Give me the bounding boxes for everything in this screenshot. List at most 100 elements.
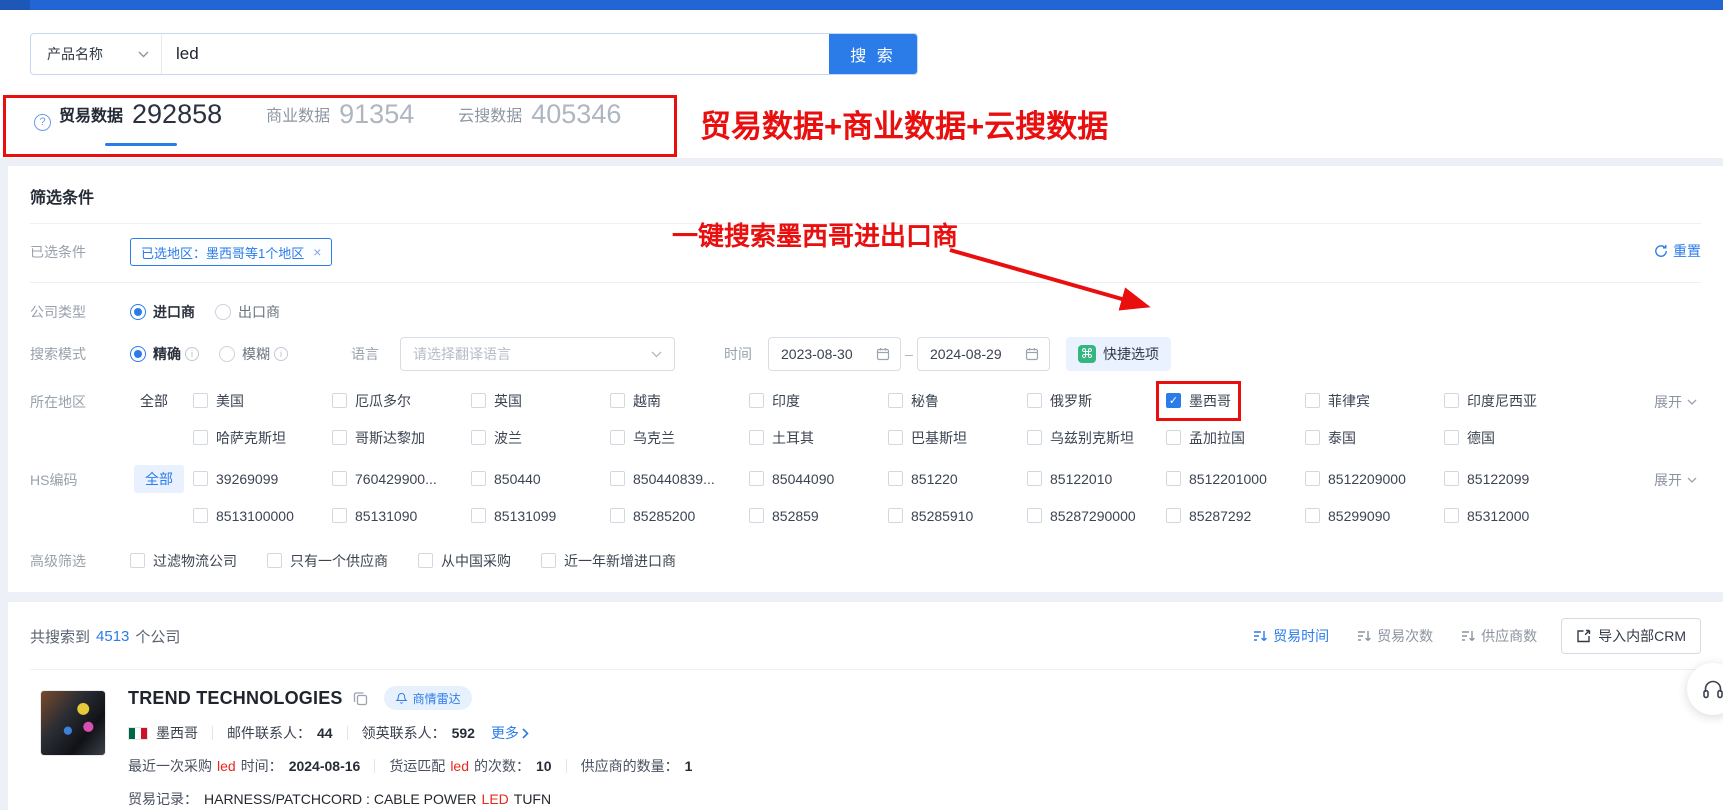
- region-checkbox[interactable]: 墨西哥: [1166, 391, 1305, 411]
- region-checkbox[interactable]: 德国: [1444, 428, 1583, 448]
- hs-code-checkbox[interactable]: 85287290000: [1027, 508, 1166, 524]
- region-checkbox[interactable]: 俄罗斯: [1027, 391, 1166, 411]
- search-type-label: 产品名称: [47, 44, 103, 64]
- hs-code-checkbox[interactable]: 852859: [749, 508, 888, 524]
- hs-code-checkbox[interactable]: 85122010: [1027, 471, 1166, 487]
- checkbox-icon: [610, 471, 625, 486]
- checkbox-label: 85122099: [1467, 471, 1529, 487]
- region-checkbox[interactable]: 哈萨克斯坦: [193, 428, 332, 448]
- hs-code-checkbox[interactable]: 8513100000: [193, 508, 332, 524]
- tab-count: 292858: [132, 99, 222, 130]
- company-name[interactable]: TREND TECHNOLOGIES: [128, 688, 343, 709]
- info-icon[interactable]: [274, 347, 288, 361]
- region-checkbox[interactable]: 美国: [193, 391, 332, 411]
- hs-code-checkbox[interactable]: 39269099: [193, 471, 332, 487]
- checkbox-label: 39269099: [216, 471, 278, 487]
- advanced-checkbox[interactable]: 只有一个供应商: [267, 551, 388, 571]
- region-checkbox[interactable]: 印度尼西亚: [1444, 391, 1583, 411]
- hs-code-checkbox[interactable]: 85044090: [749, 471, 888, 487]
- region-checkbox[interactable]: 乌克兰: [610, 428, 749, 448]
- checkbox-label: 852859: [772, 508, 819, 524]
- hs-code-checkbox[interactable]: 8512201000: [1166, 471, 1305, 487]
- region-checkbox[interactable]: 乌兹别克斯坦: [1027, 428, 1166, 448]
- region-checkbox[interactable]: 泰国: [1305, 428, 1444, 448]
- hs-code-checkbox[interactable]: 85285910: [888, 508, 1027, 524]
- checkbox-label: 菲律宾: [1328, 391, 1370, 411]
- checkbox-icon: [1166, 393, 1181, 408]
- hs-code-checkbox[interactable]: 85287292: [1166, 508, 1305, 524]
- hs-code-expand-link[interactable]: 展开: [1654, 470, 1697, 490]
- checkbox-icon: [1027, 430, 1042, 445]
- region-checkbox[interactable]: 印度: [749, 391, 888, 411]
- region-all-link[interactable]: 全部: [130, 391, 193, 411]
- hs-code-checkbox[interactable]: 85312000: [1444, 508, 1583, 524]
- match-times: 10: [536, 758, 552, 774]
- region-expand-link[interactable]: 展开: [1654, 392, 1697, 412]
- region-checkbox[interactable]: 孟加拉国: [1166, 428, 1305, 448]
- region-checkbox[interactable]: 越南: [610, 391, 749, 411]
- email-contacts-count: 44: [317, 725, 333, 741]
- hs-code-checkbox[interactable]: 85299090: [1305, 508, 1444, 524]
- radio-exporter[interactable]: 出口商: [215, 302, 280, 322]
- region-checkbox[interactable]: 土耳其: [749, 428, 888, 448]
- import-crm-button[interactable]: 导入内部CRM: [1561, 618, 1701, 654]
- sort-supplier-count[interactable]: 供应商数: [1461, 626, 1537, 646]
- region-filter-row: 所在地区 全部 美国厄瓜多尔英国越南印度秘鲁俄罗斯墨西哥菲律宾印度尼西亚 哈萨克…: [8, 382, 1723, 456]
- hs-code-checkbox[interactable]: 850440839...: [610, 471, 749, 487]
- hs-code-checkbox[interactable]: 850440: [471, 471, 610, 487]
- start-date-picker[interactable]: 2023-08-30: [768, 337, 901, 371]
- quick-options-button[interactable]: 快捷选项: [1066, 337, 1171, 371]
- checkbox-label: 厄瓜多尔: [355, 391, 411, 411]
- checkbox-label: 泰国: [1328, 428, 1356, 448]
- tab-trade-data[interactable]: 贸易数据 292858: [59, 99, 222, 146]
- region-checkbox[interactable]: 波兰: [471, 428, 610, 448]
- chevron-down-icon: [1687, 399, 1697, 405]
- hs-code-checkbox[interactable]: 85285200: [610, 508, 749, 524]
- more-link[interactable]: 更多: [491, 723, 529, 743]
- hs-code-checkbox[interactable]: 85122099: [1444, 471, 1583, 487]
- region-checkbox[interactable]: 厄瓜多尔: [332, 391, 471, 411]
- checkbox-label: 850440839...: [633, 471, 715, 487]
- region-checkbox[interactable]: 菲律宾: [1305, 391, 1444, 411]
- radio-fuzzy-mode[interactable]: 模糊: [219, 344, 288, 364]
- checkbox-label: 英国: [494, 391, 522, 411]
- checkbox-icon: [1027, 393, 1042, 408]
- close-icon[interactable]: [313, 244, 321, 260]
- info-icon[interactable]: [185, 347, 199, 361]
- checkbox-icon: [471, 508, 486, 523]
- region-checkbox[interactable]: 秘鲁: [888, 391, 1027, 411]
- search-button[interactable]: 搜 索: [829, 34, 917, 74]
- reset-button[interactable]: 重置: [1654, 241, 1701, 261]
- hs-code-checkbox[interactable]: 760429900...: [332, 471, 471, 487]
- business-radar-badge[interactable]: 商情雷达: [384, 686, 472, 710]
- hs-all-link[interactable]: 全部: [134, 465, 184, 493]
- company-result-card[interactable]: TREND TECHNOLOGIES 商情雷达 墨西哥 邮件联系人： 44: [8, 670, 1723, 810]
- end-date-picker[interactable]: 2024-08-29: [917, 337, 1050, 371]
- sort-trade-count[interactable]: 贸易次数: [1357, 626, 1433, 646]
- copy-icon[interactable]: [353, 691, 368, 706]
- region-checkbox[interactable]: 哥斯达黎加: [332, 428, 471, 448]
- region-checkbox[interactable]: 英国: [471, 391, 610, 411]
- tab-business-data[interactable]: 商业数据 91354: [266, 99, 414, 146]
- search-input[interactable]: [162, 34, 829, 74]
- radio-importer[interactable]: 进口商: [130, 302, 195, 322]
- hs-code-checkbox[interactable]: 851220: [888, 471, 1027, 487]
- sort-trade-time[interactable]: 贸易时间: [1253, 626, 1329, 646]
- advanced-checkbox[interactable]: 近一年新增进口商: [541, 551, 676, 571]
- hs-code-checkbox[interactable]: 85131090: [332, 508, 471, 524]
- question-circle-icon[interactable]: [34, 114, 51, 131]
- tab-cloud-search-data[interactable]: 云搜数据 405346: [458, 99, 621, 146]
- radio-exact-mode[interactable]: 精确: [130, 344, 199, 364]
- hs-code-checkbox[interactable]: 85131099: [471, 508, 610, 524]
- advanced-checkbox[interactable]: 过滤物流公司: [130, 551, 237, 571]
- search-mode-row: 搜索模式 精确 模糊 语言 请选择翻译语言 时间 202: [8, 336, 1723, 372]
- sort-icon: [1253, 629, 1268, 643]
- region-checkbox[interactable]: 巴基斯坦: [888, 428, 1027, 448]
- checkbox-icon: [1027, 471, 1042, 486]
- hs-code-checkbox[interactable]: 8512209000: [1305, 471, 1444, 487]
- language-select[interactable]: 请选择翻译语言: [400, 337, 675, 371]
- search-type-select[interactable]: 产品名称: [31, 34, 162, 74]
- advanced-checkbox[interactable]: 从中国采购: [418, 551, 511, 571]
- checkbox-icon: [332, 430, 347, 445]
- selected-region-tag[interactable]: 已选地区：墨西哥等1个地区: [130, 238, 332, 266]
